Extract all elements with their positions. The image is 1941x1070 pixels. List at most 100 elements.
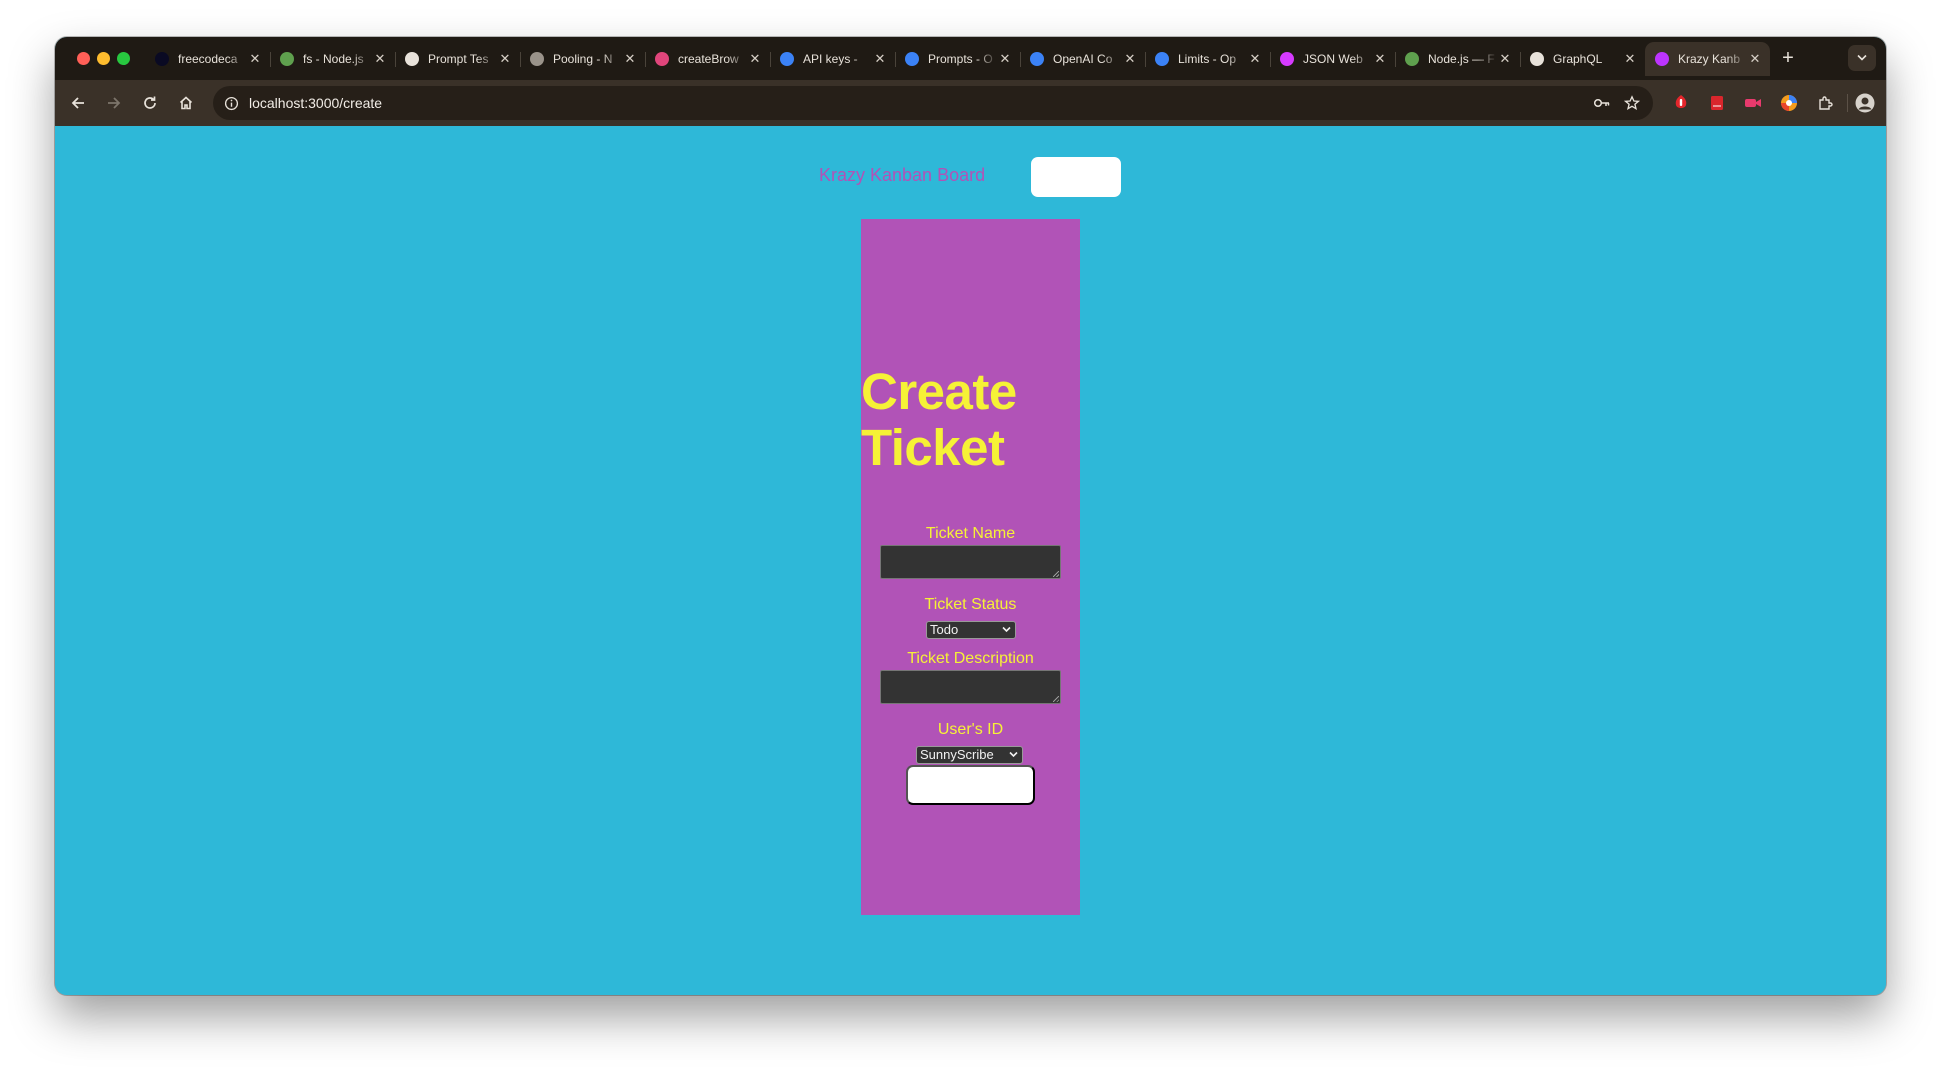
browser-tab[interactable]: API keys - ✕ (770, 42, 895, 76)
site-info-icon[interactable] (223, 95, 239, 111)
ticket-name-input[interactable] (880, 545, 1061, 579)
minimize-window-button[interactable] (97, 52, 110, 65)
arrow-right-icon (108, 97, 121, 109)
tab-title: Prompts - O (928, 52, 993, 66)
ticket-name-label: Ticket Name (925, 525, 1016, 542)
ticket-status-select[interactable]: Todo (926, 621, 1016, 639)
close-tab-icon[interactable]: ✕ (1373, 51, 1387, 67)
close-window-button[interactable] (77, 52, 90, 65)
tab-title: OpenAI Co (1053, 52, 1113, 66)
browser-tab[interactable]: Prompt Tes ✕ (395, 42, 520, 76)
close-tab-icon[interactable]: ✕ (373, 51, 387, 67)
page-content: Krazy Kanban Board Create Ticket Ticket … (55, 126, 1886, 995)
browser-tab[interactable]: Node.js — F ✕ (1395, 42, 1520, 76)
browser-tab[interactable]: Pooling - N ✕ (520, 42, 645, 76)
arrow-left-icon (71, 97, 84, 109)
browser-tab[interactable]: freecodeca ✕ (145, 42, 270, 76)
close-tab-icon[interactable]: ✕ (1498, 51, 1512, 67)
create-ticket-form: Create Ticket Ticket Name Ticket Status … (861, 219, 1080, 915)
prompt-icon (405, 52, 419, 66)
browser-tab[interactable]: Limits - Op ✕ (1145, 42, 1270, 76)
tab-title: Node.js — F (1428, 52, 1495, 66)
extensions-puzzle-icon[interactable] (1815, 93, 1835, 113)
openai-icon (1155, 52, 1169, 66)
tab-title: Krazy Kanb (1678, 52, 1741, 66)
browser-tab[interactable]: createBrow ✕ (645, 42, 770, 76)
ticket-status-label: Ticket Status (924, 596, 1017, 613)
url-text: localhost:3000/create (249, 95, 383, 111)
tab-list: freecodeca ✕ fs - Node.js ✕ Prompt Tes ✕ Pooli… (145, 42, 1770, 76)
submit-button[interactable] (906, 765, 1035, 805)
address-bar[interactable]: localhost:3000/create (213, 86, 1653, 120)
dots-icon (655, 52, 669, 66)
jwt-icon (1280, 52, 1294, 66)
browser-tab[interactable]: GraphQL ✕ (1520, 42, 1645, 76)
tab-title: Pooling - N (553, 52, 613, 66)
chevron-down-icon (1002, 626, 1011, 633)
close-tab-icon[interactable]: ✕ (498, 51, 512, 67)
tab-title: createBrow (678, 52, 739, 66)
chevron-down-icon (1857, 54, 1867, 61)
openai-icon (780, 52, 794, 66)
tab-search-button[interactable] (1848, 45, 1876, 71)
home-icon (179, 96, 193, 110)
back-button[interactable] (65, 90, 91, 116)
resize-grip-icon[interactable] (1053, 696, 1059, 702)
tab-title: JSON Web (1303, 52, 1363, 66)
brand-title: Krazy Kanban Board (819, 165, 986, 185)
user-id-label: User's ID (937, 721, 1004, 738)
header-nav-button[interactable] (1031, 157, 1121, 197)
close-tab-icon[interactable]: ✕ (998, 51, 1012, 67)
nodejs-icon (1405, 52, 1419, 66)
more-menu-icon[interactable] (1885, 93, 1886, 113)
password-key-icon[interactable] (1593, 94, 1611, 112)
forward-button[interactable] (101, 90, 127, 116)
browser-tab[interactable]: Krazy Kanb ✕ (1645, 42, 1770, 76)
home-button[interactable] (173, 90, 199, 116)
extension-red-icon[interactable] (1671, 93, 1691, 113)
globe-icon (530, 52, 544, 66)
close-tab-icon[interactable]: ✕ (1748, 51, 1762, 67)
form-title: Create Ticket (861, 363, 1017, 476)
bookmark-star-icon[interactable] (1623, 94, 1641, 112)
profile-avatar-icon[interactable] (1855, 93, 1875, 113)
reload-icon (144, 96, 156, 109)
maximize-window-button[interactable] (117, 52, 130, 65)
tab-title: Prompt Tes (428, 52, 489, 66)
tab-title: fs - Node.js (303, 52, 364, 66)
extension-bookmark-icon[interactable] (1707, 93, 1727, 113)
extension-colorful-icon[interactable] (1779, 93, 1799, 113)
browser-tab[interactable]: OpenAI Co ✕ (1020, 42, 1145, 76)
browser-tab[interactable]: Prompts - O ✕ (895, 42, 1020, 76)
browser-tab[interactable]: fs - Node.js ✕ (270, 42, 395, 76)
user-id-value: SunnyScribe (920, 747, 994, 762)
close-tab-icon[interactable]: ✕ (1248, 51, 1262, 67)
ticket-description-label: Ticket Description (907, 650, 1034, 667)
tab-title: GraphQL (1553, 52, 1603, 66)
graphql-icon (1530, 52, 1544, 66)
close-tab-icon[interactable]: ✕ (1123, 51, 1137, 67)
new-tab-button[interactable]: + (1775, 45, 1801, 71)
user-id-select[interactable]: SunnyScribe (916, 746, 1023, 764)
ticket-description-input[interactable] (880, 670, 1061, 704)
vite-icon (1655, 52, 1669, 66)
browser-window: freecodeca ✕ fs - Node.js ✕ Prompt Tes ✕ Pooli… (55, 37, 1886, 995)
openai-icon (1030, 52, 1044, 66)
close-tab-icon[interactable]: ✕ (623, 51, 637, 67)
nodejs-icon (280, 52, 294, 66)
tab-strip: freecodeca ✕ fs - Node.js ✕ Prompt Tes ✕ Pooli… (55, 37, 1886, 80)
chevron-down-icon (1009, 751, 1018, 758)
tab-title: Limits - Op (1178, 52, 1237, 66)
close-tab-icon[interactable]: ✕ (748, 51, 762, 67)
openai-icon (905, 52, 919, 66)
browser-tab[interactable]: JSON Web ✕ (1270, 42, 1395, 76)
browser-toolbar: localhost:3000/create (55, 80, 1886, 126)
close-tab-icon[interactable]: ✕ (873, 51, 887, 67)
ticket-status-value: Todo (930, 622, 959, 637)
freecodecamp-icon (155, 52, 169, 66)
extension-camera-icon[interactable] (1743, 93, 1763, 113)
close-tab-icon[interactable]: ✕ (248, 51, 262, 67)
reload-button[interactable] (137, 90, 163, 116)
resize-grip-icon[interactable] (1053, 571, 1059, 577)
close-tab-icon[interactable]: ✕ (1623, 51, 1637, 67)
